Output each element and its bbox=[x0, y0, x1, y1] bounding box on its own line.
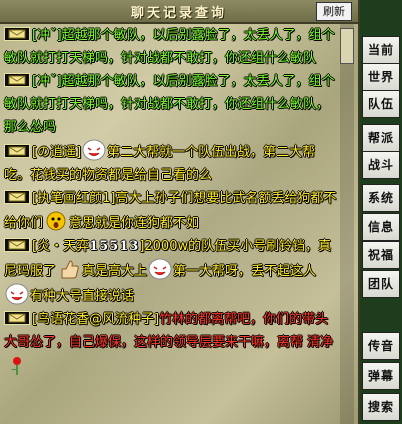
tab-world[interactable]: 世界 bbox=[362, 63, 400, 91]
title-bar: 聊天记录查询 刷新 bbox=[0, 0, 358, 24]
tab-guild[interactable]: 帮派 bbox=[362, 124, 400, 152]
sender-name[interactable]: [冲ˇ] bbox=[32, 28, 62, 43]
laughing-face-icon bbox=[5, 283, 29, 305]
sender-name[interactable]: [鸟语花香@风流种子] bbox=[32, 312, 159, 327]
surprised-face-icon bbox=[46, 211, 66, 231]
rose-icon bbox=[11, 357, 21, 375]
tab-battle[interactable]: 战斗 bbox=[362, 151, 400, 179]
mail-icon[interactable] bbox=[4, 27, 30, 41]
window-title: 聊天记录查询 bbox=[130, 6, 227, 21]
tab-info[interactable]: 信息 bbox=[362, 213, 400, 241]
scrollbar-thumb[interactable] bbox=[340, 28, 354, 64]
tab-team[interactable]: 队伍 bbox=[362, 90, 400, 118]
mail-icon[interactable] bbox=[4, 144, 30, 158]
sender-number[interactable]: 15513 bbox=[89, 239, 139, 254]
refresh-button[interactable]: 刷新 bbox=[316, 2, 352, 21]
tab-group[interactable]: 团队 bbox=[362, 270, 400, 298]
tab-blessing[interactable]: 祝福 bbox=[362, 241, 400, 269]
sender-name[interactable]: [冲ˇ] bbox=[32, 74, 62, 89]
laughing-face-icon bbox=[148, 258, 172, 280]
tab-danmaku[interactable]: 弹幕 bbox=[362, 362, 400, 390]
channel-tab-bar: 当前 世界 队伍 帮派 战斗 系统 信息 祝福 团队 传音 弹幕 搜索 bbox=[360, 0, 402, 424]
chat-history-panel: 聊天记录查询 刷新 [冲ˇ]超越那个敏队，以后别露脸了，太丢人了，组个敏队就打打… bbox=[0, 0, 360, 424]
mail-icon[interactable] bbox=[4, 73, 30, 87]
message-list: [冲ˇ]超越那个敏队，以后别露脸了，太丢人了，组个敏队就打打天梯吗，针对战都不敢… bbox=[4, 24, 338, 379]
chat-message: [冲ˇ]超越那个敏队，以后别露脸了，太丢人了，组个敏队就打打天梯吗，针对战都不敢… bbox=[4, 24, 338, 70]
tab-whisper[interactable]: 传音 bbox=[362, 332, 400, 360]
mail-icon[interactable] bbox=[4, 311, 30, 325]
thumbs-up-icon bbox=[61, 260, 79, 279]
tab-system[interactable]: 系统 bbox=[362, 184, 400, 212]
message-text: 意思就是你连狗都不如 bbox=[69, 216, 200, 231]
message-text: 有种大号直接说话 bbox=[30, 289, 135, 304]
tab-current[interactable]: 当前 bbox=[362, 36, 400, 64]
mail-icon[interactable] bbox=[4, 190, 30, 204]
chat-message: [の逍遥] 第二大帮就一个队伍出战，第二大帮吃。花钱买的物资都是给自己看的么 bbox=[4, 139, 338, 187]
mail-icon[interactable] bbox=[4, 238, 30, 252]
sender-name[interactable]: [炎・天弈 bbox=[32, 239, 89, 254]
sender-name[interactable]: [执笔画红颜1] bbox=[32, 191, 115, 206]
sender-name[interactable]: [の逍遥] bbox=[32, 145, 81, 160]
message-text: 第一大帮呀，丢不起这人 bbox=[173, 264, 317, 279]
chat-message: [执笔画红颜1]高大上孙子们想要比武名额丢给狗都不给你们 意思就是你连狗都不如 bbox=[4, 187, 338, 235]
chat-message: [炎・天弈15513]2000w的队伍买小号刷铃铛，真尼玛服了 真是高大上 第一大帮… bbox=[4, 235, 338, 308]
chat-message: [冲ˇ]超越那个敏队，以后别露脸了，太丢人了，组个敏队就打打天梯吗，针对战都不敢… bbox=[4, 70, 338, 139]
message-text: 真是高大上 bbox=[82, 264, 148, 279]
chat-message: [鸟语花香@风流种子]竹林的都离帮吧，你们的带头大哥怂了，自己爆保，这样的领导层… bbox=[4, 308, 338, 379]
laughing-face-icon bbox=[82, 139, 106, 161]
scrollbar-track[interactable] bbox=[340, 24, 354, 424]
tab-search[interactable]: 搜索 bbox=[362, 393, 400, 421]
